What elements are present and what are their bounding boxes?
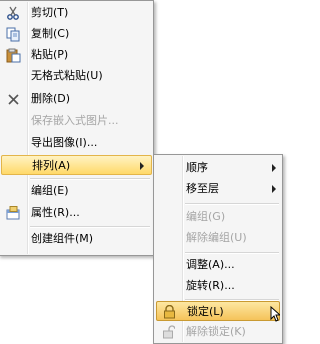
menu-item-label: 锁定(L) [187,305,224,318]
menu-item-label: 解除锁定(K) [186,325,246,338]
group-icon [5,183,21,199]
menu-item-label: 创建组件(M) [31,232,94,245]
menu-item-label: 旋转(R)... [186,279,235,292]
menu-item-delete[interactable]: 删除(D) [1,89,151,109]
menu-item-label: 无格式粘贴(U) [31,69,103,82]
submenu-item-group[interactable]: 编组(G) [156,207,280,227]
menu-item-save-embedded-image[interactable]: 保存嵌入式图片... [1,111,151,131]
menu-item-paste[interactable]: 粘贴(P) [1,45,151,65]
copy-icon [5,26,21,42]
submenu-arrow-icon [140,162,144,170]
menu-item-label: 粘贴(P) [31,48,69,61]
menu-item-cut[interactable]: 剪切(T) [1,3,151,23]
menu-item-copy[interactable]: 复制(C) [1,24,151,44]
menu-item-export-image[interactable]: 导出图像(I)... [1,133,151,153]
menu-separator [185,252,279,254]
submenu-item-order[interactable]: 顺序 [156,158,280,178]
scissors-icon [5,5,21,21]
menu-item-properties[interactable]: 属性(R)... [1,203,151,223]
menu-item-label: 移至层 [186,182,219,195]
menu-item-group[interactable]: 编组(E) [1,181,151,201]
submenu-item-lock[interactable]: 锁定(L) [156,301,280,321]
lock-icon [161,304,177,320]
menu-item-label: 保存嵌入式图片... [31,114,119,127]
paste-icon [5,47,21,63]
menu-separator [30,226,150,228]
menu-item-label: 解除编组(U) [186,231,247,244]
menu-item-paste-unformatted[interactable]: 无格式粘贴(U) [1,66,151,86]
menu-item-label: 属性(R)... [31,206,80,219]
menu-separator [30,178,150,180]
properties-icon [5,205,21,221]
menu-separator [185,203,279,205]
submenu-arrow-icon [272,164,276,172]
menu-item-label: 剪切(T) [31,6,69,19]
menu-item-arrange[interactable]: 排列(A) [1,155,152,175]
arrange-submenu: 顺序 移至层 编组(G) 解除编组(U) 调整(A)... 旋转(R)... 锁… [153,154,283,344]
submenu-item-unlock[interactable]: 解除锁定(K) [156,322,280,342]
menu-item-label: 编组(E) [31,184,69,197]
delete-x-icon [5,91,21,107]
submenu-item-rotate[interactable]: 旋转(R)... [156,276,280,296]
menu-item-label: 复制(C) [31,27,70,40]
menu-item-create-component[interactable]: 创建组件(M) [1,229,151,249]
menu-item-label: 导出图像(I)... [31,136,98,149]
context-menu: 剪切(T) 复制(C) 粘贴(P) 无格式粘贴(U) 删除(D) 保存嵌入式图片… [0,0,154,256]
menu-item-label: 调整(A)... [186,258,235,271]
submenu-arrow-icon [272,185,276,193]
submenu-item-ungroup[interactable]: 解除编组(U) [156,228,280,248]
menu-item-label: 顺序 [186,161,208,174]
submenu-item-adjust[interactable]: 调整(A)... [156,255,280,275]
menu-item-label: 编组(G) [186,210,226,223]
unlock-icon [160,324,176,340]
submenu-item-move-to-layer[interactable]: 移至层 [156,179,280,199]
mouse-cursor-icon [270,306,280,322]
menu-item-label: 删除(D) [31,92,71,105]
menu-item-label: 排列(A) [32,159,71,172]
